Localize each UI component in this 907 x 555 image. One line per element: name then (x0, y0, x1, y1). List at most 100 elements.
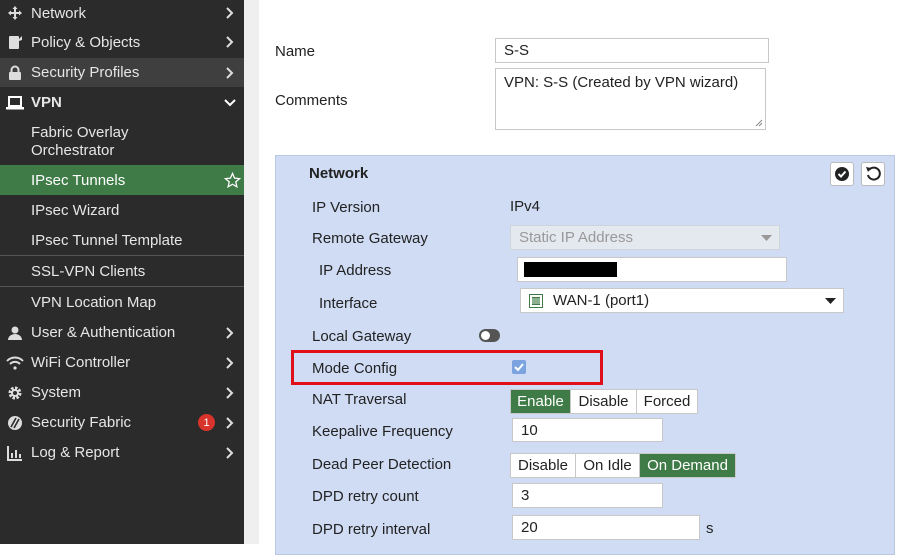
name-input[interactable]: S-S (495, 38, 769, 63)
sidebar-item-fabric-overlay-orchestrator[interactable]: Fabric Overlay Orchestrator (0, 118, 244, 164)
user-icon (6, 324, 24, 342)
remote-gateway-select[interactable]: Static IP Address (510, 225, 780, 250)
sidebar-item-security-fabric[interactable]: Security Fabric 1 (0, 408, 244, 437)
sidebar-item-label: IPsec Wizard (31, 202, 120, 219)
resize-handle-icon[interactable] (755, 119, 763, 127)
sidebar-divider (0, 255, 244, 256)
fabric-icon (6, 414, 24, 432)
chevron-right-icon (224, 36, 236, 48)
star-icon[interactable] (223, 171, 241, 189)
remote-gateway-label: Remote Gateway (312, 230, 428, 247)
sidebar-item-vpn[interactable]: VPN (0, 88, 244, 117)
comments-textarea[interactable]: VPN: S-S (Created by VPN wizard) (495, 68, 766, 130)
sidebar-item-label: Security Fabric (31, 414, 132, 431)
sidebar-item-system[interactable]: System (0, 378, 244, 407)
revert-button[interactable] (861, 162, 885, 186)
dpd-option-disable[interactable]: Disable (511, 454, 576, 477)
comments-label: Comments (275, 92, 348, 109)
sidebar-item-label: IPsec Tunnel Template (31, 232, 183, 249)
sidebar-item-network[interactable]: Network (0, 0, 244, 26)
confirm-button[interactable] (830, 162, 854, 186)
keepalive-label: Keepalive Frequency (312, 423, 453, 440)
toggle-knob (481, 331, 490, 340)
local-gateway-label: Local Gateway (312, 328, 412, 345)
sidebar-item-security-profiles[interactable]: Security Profiles (0, 58, 244, 87)
sidebar-item-label: Fabric Overlay (31, 124, 129, 141)
mode-config-checkbox[interactable] (512, 360, 526, 374)
dpd-retry-count-label: DPD retry count (312, 488, 419, 505)
keepalive-input[interactable]: 10 (512, 418, 663, 442)
nat-option-forced[interactable]: Forced (637, 390, 697, 413)
local-gateway-toggle[interactable] (479, 329, 500, 342)
move-arrows-icon (6, 4, 24, 22)
wifi-icon (6, 354, 24, 372)
comments-value: VPN: S-S (Created by VPN wizard) (504, 74, 739, 91)
sidebar-item-label: IPsec Tunnels (31, 171, 126, 189)
dpd-option-on-demand[interactable]: On Demand (640, 454, 735, 477)
chevron-right-icon (224, 416, 236, 429)
sidebar-item-log-report[interactable]: Log & Report (0, 438, 244, 467)
interface-value: WAN-1 (port1) (553, 292, 650, 309)
ip-version-value: IPv4 (510, 198, 541, 215)
content-gutter (244, 0, 259, 544)
sidebar-item-vpn-location-map[interactable]: VPN Location Map (0, 288, 244, 317)
remote-gateway-value: Static IP Address (519, 229, 633, 246)
sidebar-item-label: WiFi Controller (31, 354, 131, 371)
ip-address-input[interactable] (517, 257, 787, 282)
port-icon (529, 293, 543, 308)
chevron-right-icon (224, 386, 236, 399)
checkmark-icon (514, 363, 524, 372)
dpd-option-on-idle[interactable]: On Idle (576, 454, 640, 477)
sidebar-item-label: Network (31, 4, 87, 22)
sidebar-item-ipsec-tunnel-template[interactable]: IPsec Tunnel Template (0, 226, 244, 255)
dpd-retry-interval-unit: s (706, 520, 714, 537)
laptop-icon (6, 94, 24, 112)
nat-traversal-segmented: Enable Disable Forced (510, 389, 698, 414)
dpd-retry-interval-input[interactable]: 20 (512, 515, 700, 540)
sidebar-item-user-authentication[interactable]: User & Authentication (0, 318, 244, 347)
sidebar-item-label-block: Fabric Overlay Orchestrator (31, 124, 129, 160)
nat-option-disable[interactable]: Disable (571, 390, 637, 413)
sidebar-divider (0, 286, 244, 287)
redacted-block (524, 262, 617, 277)
notification-badge: 1 (198, 414, 215, 431)
interface-label: Interface (319, 295, 378, 312)
dpd-retry-interval-value: 20 (521, 519, 538, 536)
sidebar-item-label: Log & Report (31, 444, 120, 461)
chevron-down-icon (224, 97, 236, 109)
nat-traversal-label: NAT Traversal (312, 391, 407, 408)
chevron-right-icon (224, 356, 236, 369)
caret-down-icon (825, 298, 836, 304)
network-section-title: Network (309, 165, 369, 182)
dpd-label: Dead Peer Detection (312, 456, 452, 473)
sidebar-item-label: Security Profiles (31, 64, 140, 81)
dpd-segmented: Disable On Idle On Demand (510, 453, 736, 478)
sidebar: Network Policy & Objects Security Profil… (0, 0, 244, 544)
caret-down-icon (761, 235, 772, 241)
sidebar-item-ipsec-tunnels[interactable]: IPsec Tunnels (0, 165, 244, 195)
sidebar-item-policy-objects[interactable]: Policy & Objects (0, 28, 244, 56)
sidebar-item-ssl-vpn-clients[interactable]: SSL-VPN Clients (0, 257, 244, 286)
name-input-value: S-S (504, 42, 530, 59)
chevron-right-icon (224, 446, 236, 459)
dpd-retry-count-value: 3 (521, 487, 530, 504)
sidebar-item-label-line2: Orchestrator (31, 142, 115, 159)
sidebar-item-label: Policy & Objects (31, 33, 141, 51)
undo-icon (866, 166, 881, 181)
ip-version-label: IP Version (312, 199, 381, 216)
chevron-right-icon (224, 7, 236, 19)
interface-select[interactable]: WAN-1 (port1) (520, 288, 844, 313)
dpd-retry-interval-label: DPD retry interval (312, 521, 431, 538)
sidebar-item-wifi-controller[interactable]: WiFi Controller (0, 348, 244, 377)
nat-option-enable[interactable]: Enable (511, 390, 571, 413)
sidebar-item-label: System (31, 384, 82, 401)
dpd-retry-count-input[interactable]: 3 (512, 483, 663, 508)
sidebar-item-label: User & Authentication (31, 324, 176, 341)
policy-icon (6, 33, 24, 51)
chevron-right-icon (224, 326, 236, 339)
sidebar-item-label: SSL-VPN Clients (31, 263, 146, 280)
sidebar-item-label: VPN Location Map (31, 294, 157, 311)
sidebar-item-ipsec-wizard[interactable]: IPsec Wizard (0, 196, 244, 225)
gear-icon (6, 384, 24, 402)
chevron-right-icon (224, 66, 236, 79)
